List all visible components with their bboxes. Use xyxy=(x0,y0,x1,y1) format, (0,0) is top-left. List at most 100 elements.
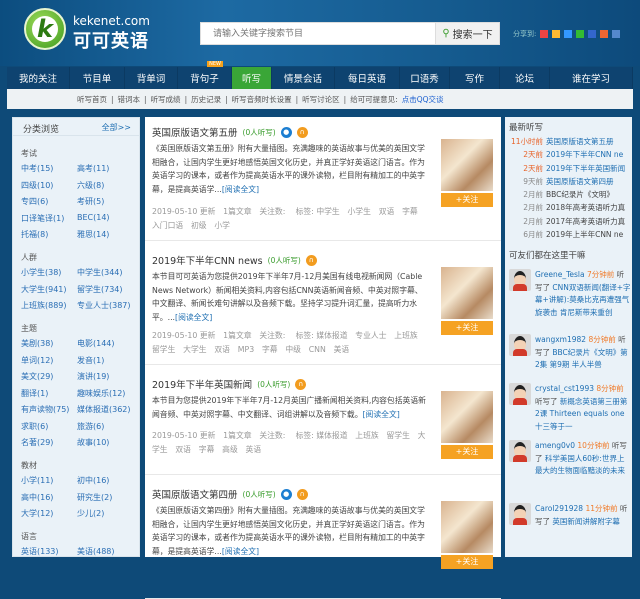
share-icon-7[interactable] xyxy=(612,30,621,38)
nav-item[interactable]: 我的关注 xyxy=(7,67,70,89)
search-button[interactable]: ⚲ 搜索一下 xyxy=(435,23,499,44)
activity-user[interactable]: ameng0v0 xyxy=(535,441,575,450)
category-link[interactable]: 演讲(19) xyxy=(77,371,147,382)
activity-user[interactable]: wangxm1982 xyxy=(535,335,586,344)
subnav-link[interactable]: 听写讨论区 xyxy=(302,94,340,105)
activity-user[interactable]: Greene_Tesla xyxy=(535,270,585,279)
category-link[interactable]: 专业人士(387) xyxy=(77,300,147,311)
program-title[interactable]: 英国原版语文第五册 xyxy=(152,125,238,139)
nav-item[interactable]: 每日英语 xyxy=(335,67,400,89)
category-link[interactable]: 求职(6) xyxy=(21,421,77,432)
latest-link[interactable]: 2018年高考英语听力真 xyxy=(546,203,625,212)
program-title[interactable]: 英国原版语文第四册 xyxy=(152,487,238,501)
category-link[interactable]: 高考(11) xyxy=(77,163,147,174)
latest-link[interactable]: 2017年高考英语听力真 xyxy=(546,217,625,226)
nav-item[interactable]: 背句子 NEW xyxy=(178,61,232,89)
category-link[interactable]: 翻译(1) xyxy=(21,388,77,399)
subnav-link[interactable]: 历史记录 xyxy=(191,94,221,105)
follow-button[interactable]: +关注 xyxy=(441,193,493,207)
category-link[interactable]: 考研(5) xyxy=(77,196,147,207)
nav-item[interactable]: 情景会话 xyxy=(272,67,335,89)
read-more-link[interactable]: [阅读全文] xyxy=(175,313,212,322)
nav-item[interactable]: 写作 xyxy=(450,67,500,89)
category-link[interactable]: BEC(14) xyxy=(77,213,147,224)
subnav-link[interactable]: 听写首页 xyxy=(77,94,107,105)
category-link[interactable]: 研究生(2) xyxy=(77,492,147,503)
kekenet-logo[interactable]: k xyxy=(24,8,70,60)
category-link[interactable]: 口译笔译(1) xyxy=(21,213,77,224)
latest-link[interactable]: 2019年下半年英国新闻 xyxy=(546,164,625,173)
program-title[interactable]: 2019年下半年英国新闻 xyxy=(152,377,252,391)
category-link[interactable]: 发音(1) xyxy=(77,355,147,366)
category-link[interactable]: 六级(8) xyxy=(77,180,147,191)
nav-item[interactable]: 口语秀 xyxy=(400,67,450,89)
nav-item[interactable]: 背单词 xyxy=(125,67,178,89)
share-icon-1[interactable] xyxy=(540,30,549,38)
nav-item[interactable]: 谁在学习 xyxy=(550,67,633,89)
program-title[interactable]: 2019年下半年CNN news xyxy=(152,253,263,267)
category-link[interactable]: 单词(12) xyxy=(21,355,77,366)
category-link[interactable]: 英语(133) xyxy=(21,546,77,557)
nav-item[interactable]: 听写 xyxy=(232,67,272,89)
follow-button[interactable]: +关注 xyxy=(441,555,493,569)
latest-link[interactable]: 英国原版语文第四册 xyxy=(546,177,614,186)
category-link[interactable]: 大学(12) xyxy=(21,508,77,519)
subnav-link[interactable]: 给可可提意见: xyxy=(350,94,398,105)
program-thumbnail[interactable] xyxy=(441,139,493,191)
read-more-link[interactable]: [阅读全文] xyxy=(222,547,259,556)
user-avatar[interactable] xyxy=(509,269,531,292)
category-link[interactable]: 故事(10) xyxy=(77,437,147,448)
activity-user[interactable]: crystal_cst1993 xyxy=(535,384,594,393)
latest-link[interactable]: BBC纪录片《文明》 xyxy=(546,190,614,199)
read-more-link[interactable]: [阅读全文] xyxy=(363,410,400,419)
program-thumbnail[interactable] xyxy=(441,267,493,319)
category-link[interactable]: 大学生(941) xyxy=(21,284,77,295)
category-link[interactable]: 有声读物(75) xyxy=(21,404,77,415)
follow-button[interactable]: +关注 xyxy=(441,445,493,459)
category-link[interactable]: 美语(488) xyxy=(77,546,147,557)
program-thumbnail[interactable] xyxy=(441,501,493,553)
category-link[interactable]: 媒体报道(362) xyxy=(77,404,147,415)
category-link[interactable]: 托福(8) xyxy=(21,229,77,240)
category-link[interactable]: 雅思(14) xyxy=(77,229,147,240)
activity-user[interactable]: Carol291928 xyxy=(535,504,583,513)
activity-target[interactable]: 英国新闻讲解附字幕 xyxy=(552,517,620,526)
category-link[interactable]: 美文(29) xyxy=(21,371,77,382)
category-link[interactable]: 旅游(6) xyxy=(77,421,147,432)
subnav-link[interactable]: 错词本 xyxy=(118,94,141,105)
category-link[interactable]: 小学(11) xyxy=(21,475,77,486)
category-link[interactable]: 初中(16) xyxy=(77,475,147,486)
share-icon-6[interactable] xyxy=(600,30,609,38)
share-icon-3[interactable] xyxy=(564,30,573,38)
category-link[interactable]: 电影(144) xyxy=(77,338,147,349)
latest-link[interactable]: 2019年上半年CNN ne xyxy=(546,230,623,239)
category-link[interactable]: 留学生(734) xyxy=(77,284,147,295)
qq-chat-link[interactable]: 点击QQ交谈 xyxy=(402,94,444,105)
category-link[interactable]: 小学生(38) xyxy=(21,267,77,278)
category-link[interactable]: 中考(15) xyxy=(21,163,77,174)
read-more-link[interactable]: [阅读全文] xyxy=(222,185,259,194)
subnav-link[interactable]: 听写音频时长设置 xyxy=(232,94,292,105)
follow-button[interactable]: +关注 xyxy=(441,321,493,335)
category-link[interactable]: 专四(6) xyxy=(21,196,77,207)
category-link[interactable]: 四级(10) xyxy=(21,180,77,191)
all-categories-link[interactable]: 全部>> xyxy=(102,122,131,135)
share-icon-5[interactable] xyxy=(588,30,597,38)
user-avatar[interactable] xyxy=(509,383,531,406)
category-link[interactable]: 高中(16) xyxy=(21,492,77,503)
program-thumbnail[interactable] xyxy=(441,391,493,443)
category-link[interactable]: 美剧(38) xyxy=(21,338,77,349)
activity-target[interactable]: 科学美国人60秒:世界上最大的生物面临黯淡的未来 xyxy=(535,454,625,476)
user-avatar[interactable] xyxy=(509,334,531,357)
user-avatar[interactable] xyxy=(509,440,531,463)
category-link[interactable]: 趣味娱乐(12) xyxy=(77,388,147,399)
user-avatar[interactable] xyxy=(509,503,531,526)
category-link[interactable]: 上班族(889) xyxy=(21,300,77,311)
latest-link[interactable]: 英国原版语文第五册 xyxy=(546,137,614,146)
search-input[interactable] xyxy=(201,23,436,44)
share-icon-2[interactable] xyxy=(552,30,561,38)
latest-link[interactable]: 2019年下半年CNN ne xyxy=(546,150,623,159)
subnav-link[interactable]: 听写成绩 xyxy=(151,94,181,105)
category-link[interactable]: 名著(29) xyxy=(21,437,77,448)
category-link[interactable]: 中学生(344) xyxy=(77,267,147,278)
